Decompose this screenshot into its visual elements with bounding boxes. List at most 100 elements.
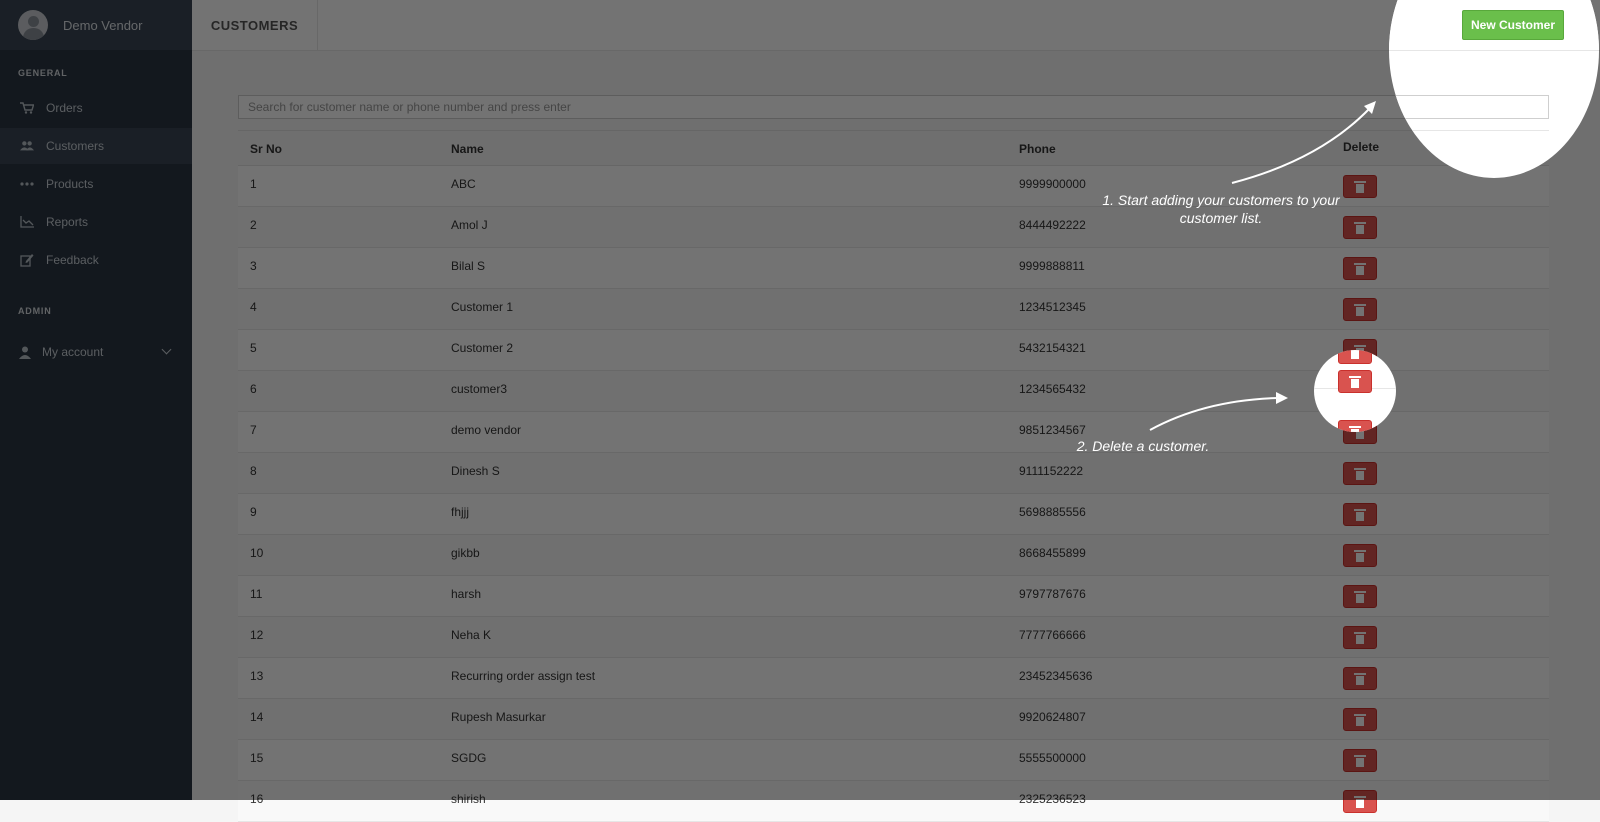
cell-delete <box>1343 667 1377 690</box>
cell-name: Bilal S <box>451 259 486 273</box>
trash-icon <box>1354 303 1366 316</box>
cell-phone: 8668455899 <box>1019 546 1086 560</box>
cell-sr-no: 15 <box>250 751 264 765</box>
delete-button[interactable] <box>1343 421 1377 444</box>
sidebar-user[interactable]: Demo Vendor <box>0 0 192 50</box>
delete-button[interactable] <box>1343 503 1377 526</box>
delete-button[interactable] <box>1343 257 1377 280</box>
delete-button[interactable] <box>1343 380 1377 403</box>
table-row: 7 demo vendor 9851234567 <box>238 412 1549 453</box>
sidebar-item-feedback[interactable]: Feedback <box>0 242 192 278</box>
cell-name: Customer 2 <box>451 341 514 355</box>
cell-sr-no: 7 <box>250 423 257 437</box>
table-row: 6 customer3 1234565432 <box>238 371 1549 412</box>
cell-name: Dinesh S <box>451 464 500 478</box>
cell-name: SGDG <box>451 751 487 765</box>
delete-button[interactable] <box>1343 790 1377 813</box>
cell-name: shirish <box>451 792 486 806</box>
section-admin-label: ADMIN <box>18 306 52 316</box>
cell-sr-no: 5 <box>250 341 257 355</box>
delete-button[interactable] <box>1343 626 1377 649</box>
search-input[interactable] <box>238 95 1549 119</box>
sidebar-item-products[interactable]: Products <box>0 166 192 202</box>
cell-delete <box>1343 790 1377 813</box>
cell-phone: 9920624807 <box>1019 710 1086 724</box>
cell-phone: 1234512345 <box>1019 300 1086 314</box>
cell-delete <box>1343 380 1377 403</box>
cell-delete <box>1343 749 1377 772</box>
cell-delete <box>1343 503 1377 526</box>
cell-delete <box>1343 626 1377 649</box>
cell-name: gikbb <box>451 546 480 560</box>
page-title: CUSTOMERS <box>192 0 318 50</box>
column-header-name: Name <box>451 142 484 156</box>
cell-phone: 2325236523 <box>1019 792 1086 806</box>
table-row: 2 Amol J 8444492222 <box>238 207 1549 248</box>
sidebar-item-reports[interactable]: Reports <box>0 204 192 240</box>
cell-phone: 23452345636 <box>1019 669 1093 683</box>
cell-delete <box>1343 585 1377 608</box>
top-header: CUSTOMERS New Customer <box>192 0 1600 51</box>
section-general-label: GENERAL <box>18 68 68 78</box>
sidebar-item-label: Feedback <box>46 253 99 267</box>
cell-sr-no: 3 <box>250 259 257 273</box>
delete-button[interactable] <box>1343 175 1377 198</box>
trash-icon <box>1354 467 1366 480</box>
trash-icon <box>1354 631 1366 644</box>
trash-icon <box>1354 713 1366 726</box>
cell-phone: 5432154321 <box>1019 341 1086 355</box>
trash-icon <box>1354 385 1366 398</box>
cart-icon <box>20 101 34 115</box>
table-row: 14 Rupesh Masurkar 9920624807 <box>238 699 1549 740</box>
edit-icon <box>20 253 34 267</box>
cell-sr-no: 8 <box>250 464 257 478</box>
table-row: 12 Neha K 7777766666 <box>238 617 1549 658</box>
cell-sr-no: 1 <box>250 177 257 191</box>
cell-name: Customer 1 <box>451 300 514 314</box>
sidebar-item-my-account[interactable]: My account <box>0 334 192 370</box>
cell-phone: 9111152222 <box>1019 464 1084 478</box>
cell-name: demo vendor <box>451 423 522 437</box>
sidebar-item-label: Reports <box>46 215 89 229</box>
column-header-phone: Phone <box>1019 142 1056 156</box>
cell-delete <box>1343 339 1377 362</box>
delete-button[interactable] <box>1343 216 1377 239</box>
chevron-down-icon <box>161 344 172 355</box>
delete-button[interactable] <box>1343 339 1377 362</box>
trash-icon <box>1354 344 1366 357</box>
cell-phone: 5698885556 <box>1019 505 1086 519</box>
cell-sr-no: 2 <box>250 218 257 232</box>
table-row: 11 harsh 9797787676 <box>238 576 1549 617</box>
new-customer-button[interactable]: New Customer <box>1462 10 1564 40</box>
trash-icon <box>1354 262 1366 275</box>
delete-button[interactable] <box>1343 585 1377 608</box>
sidebar-item-customers[interactable]: Customers <box>0 128 192 164</box>
table-row: 5 Customer 2 5432154321 <box>238 330 1549 371</box>
cell-sr-no: 9 <box>250 505 257 519</box>
cell-delete <box>1343 462 1377 485</box>
cell-name: harsh <box>451 587 482 601</box>
delete-button[interactable] <box>1343 667 1377 690</box>
tour-step-2-text: 2. Delete a customer. <box>1076 438 1210 454</box>
delete-button[interactable] <box>1343 462 1377 485</box>
users-icon <box>20 139 34 153</box>
cell-sr-no: 4 <box>250 300 257 314</box>
delete-button[interactable] <box>1343 298 1377 321</box>
cell-delete <box>1343 544 1377 567</box>
table-row: 1 ABC 9999900000 <box>238 166 1549 207</box>
cell-sr-no: 13 <box>250 669 264 683</box>
table-row: 3 Bilal S 9999888811 <box>238 248 1549 289</box>
table-row: 10 gikbb 8668455899 <box>238 535 1549 576</box>
cell-name: fhjjj <box>451 505 470 519</box>
delete-button[interactable] <box>1343 749 1377 772</box>
cell-phone: 5555500000 <box>1019 751 1086 765</box>
delete-button[interactable] <box>1343 708 1377 731</box>
cell-phone: 8444492222 <box>1019 218 1086 232</box>
column-header-sr-no: Sr No <box>250 142 283 156</box>
table-header: Sr No Name Phone Delete <box>238 130 1549 166</box>
sidebar-item-orders[interactable]: Orders <box>0 90 192 126</box>
trash-icon <box>1354 754 1366 767</box>
cell-name: Recurring order assign test <box>451 669 596 683</box>
delete-button[interactable] <box>1343 544 1377 567</box>
cell-delete <box>1343 257 1377 280</box>
